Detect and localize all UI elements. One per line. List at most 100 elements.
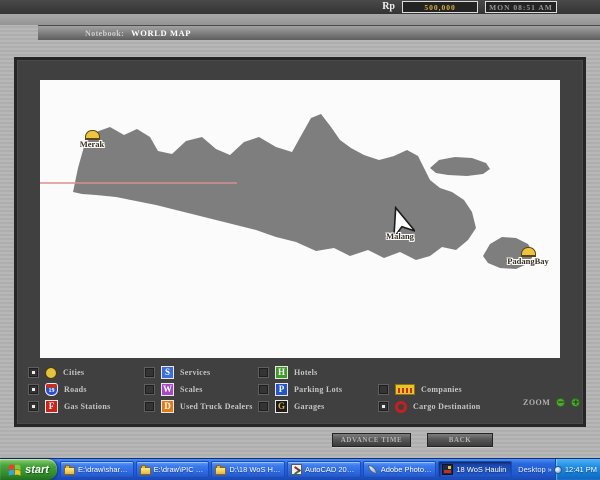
taskbar-item-photoshop[interactable]: Adobe Photoshop [363,461,437,478]
city-name: PadangBay [507,257,549,266]
legend-item-parking-lots: P Parking Lots [258,383,342,396]
legend-item-cargo-destination: Cargo Destination [378,400,481,413]
scales-checkbox[interactable] [144,384,155,395]
island-silhouette [40,80,560,358]
legend-item-gas-stations: F Gas Stations [28,400,111,413]
game-clock-display: MON 08:51 AM [485,1,557,13]
cities-icon [45,367,57,379]
legend-label: Companies [421,385,462,394]
windows-taskbar: start E:\draw\share of den... E:\draw\PI… [0,458,600,480]
zoom-label: ZOOM [523,398,550,407]
game-clock-value: MON 08:51 AM [489,3,553,12]
legend-item-services: S Services [144,366,210,379]
legend-label: Gas Stations [64,402,111,411]
cities-checkbox[interactable] [28,367,39,378]
city-name: Malang [386,232,414,241]
legend-label: Used Truck Dealers [180,402,253,411]
desktop-toolbar-label: Desktop [518,465,546,474]
money-value: 500,000 [424,3,455,12]
header-divider [0,14,600,25]
taskbar-item-label: D:\18 WoS Haulin\mod [229,465,281,474]
tray-app-icon[interactable] [554,466,562,474]
legend-label: Cities [63,368,84,377]
city-marker-padangbay[interactable]: PadangBay [502,247,554,266]
tray-clock: 12:41 PM [565,465,597,474]
services-icon: S [161,366,174,379]
legend-item-companies: Companies [378,383,462,396]
used-truck-dealers-checkbox[interactable] [144,401,155,412]
taskbar-item-label: E:\draw\share of den... [78,465,130,474]
services-checkbox[interactable] [144,367,155,378]
zoom-controls: ZOOM − + [523,398,580,407]
autocad-icon [291,464,302,475]
system-tray: 12:41 PM [555,459,600,480]
zoom-in-button[interactable]: + [571,398,580,407]
scales-icon: W [161,383,174,396]
parking-lots-checkbox[interactable] [258,384,269,395]
taskbar-item-explorer-3[interactable]: D:\18 WoS Haulin\mod [211,461,285,478]
legend-label: Hotels [294,368,318,377]
legend-label: Parking Lots [294,385,342,394]
parking-lots-icon: P [275,383,288,396]
legend-item-hotels: H Hotels [258,366,318,379]
interstate-shield-icon: 19 [45,383,58,396]
legend-label: Cargo Destination [413,402,481,411]
page-title: WORLD MAP [131,28,191,38]
toolbar-chevron-icon[interactable]: » [548,465,552,474]
folder-icon [140,467,151,475]
taskbar-item-autocad[interactable]: AutoCAD 2007 - [E:\... [287,461,361,478]
legend-item-cities: Cities [28,366,84,379]
taskbar-buttons: E:\draw\share of den... E:\draw\PIC Gan\… [57,459,515,480]
taskbar-item-label: AutoCAD 2007 - [E:\... [305,465,357,474]
taskbar-item-label: 18 WoS Haulin [456,465,506,474]
companies-sign-icon [395,384,415,395]
legend-label: Garages [294,402,325,411]
legend-label: Scales [180,385,203,394]
legend-label: Roads [64,385,87,394]
city-name: Merak [80,140,105,149]
cargo-destination-checkbox[interactable] [378,401,389,412]
gas-stations-checkbox[interactable] [28,401,39,412]
advance-time-button[interactable]: ADVANCE TIME [332,433,411,447]
taskbar-item-explorer-2[interactable]: E:\draw\PIC Gan\PIC ... [136,461,210,478]
legend-label: Services [180,368,210,377]
back-button[interactable]: BACK [427,433,493,447]
hotels-checkbox[interactable] [258,367,269,378]
windows-flag-icon [8,463,22,476]
city-marker-malang[interactable]: Malang [376,206,424,241]
desktop-toolbar[interactable]: Desktop » [515,459,555,480]
notebook-header: Notebook: WORLD MAP [38,25,600,40]
hotels-icon: H [275,366,288,379]
status-bar: Rp 500,000 MON 08:51 AM [0,0,600,14]
cargo-destination-icon [395,401,407,413]
haulin-game-icon [442,464,453,475]
notebook-label: Notebook: [85,29,124,38]
folder-icon [215,467,226,475]
legend-item-roads: 19 Roads [28,383,87,396]
money-display: 500,000 [402,1,478,13]
garages-icon: G [275,400,288,413]
taskbar-item-haulin-game[interactable]: 18 WoS Haulin [438,461,512,478]
gas-station-icon: F [45,400,58,413]
currency-label: Rp [382,2,395,12]
legend-item-used-truck-dealers: D Used Truck Dealers [144,400,253,413]
legend-item-garages: G Garages [258,400,325,413]
start-button[interactable]: start [0,459,57,480]
game-screen: Rp 500,000 MON 08:51 AM Notebook: WORLD … [0,0,600,480]
city-marker-merak[interactable]: Merak [72,130,112,149]
zoom-out-button[interactable]: − [556,398,565,407]
photoshop-icon [367,464,378,475]
roads-checkbox[interactable] [28,384,39,395]
world-map[interactable]: Merak Malang PadangBay [40,80,560,358]
used-truck-dealers-icon: D [161,400,174,413]
start-label: start [25,464,49,476]
taskbar-item-label: Adobe Photoshop [381,465,433,474]
legend-item-scales: W Scales [144,383,203,396]
garages-checkbox[interactable] [258,401,269,412]
taskbar-item-explorer-1[interactable]: E:\draw\share of den... [60,461,134,478]
companies-checkbox[interactable] [378,384,389,395]
taskbar-item-label: E:\draw\PIC Gan\PIC ... [154,465,206,474]
shield-number: 19 [46,388,57,395]
map-frame: Merak Malang PadangBay Cities 19 [14,57,586,427]
folder-icon [64,467,75,475]
